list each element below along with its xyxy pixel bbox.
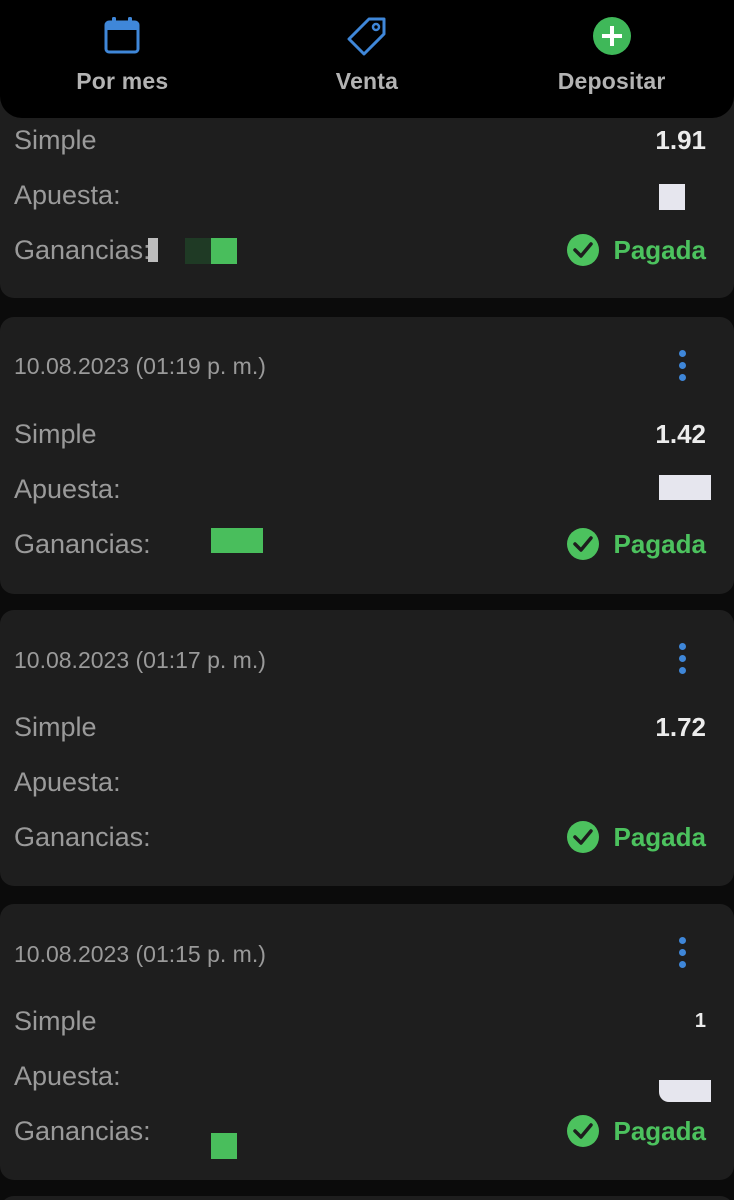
bet-type-label: Simple bbox=[14, 1005, 97, 1036]
status-badge: Pagada bbox=[566, 527, 707, 561]
bet-type-label: Simple bbox=[14, 418, 97, 449]
winnings-label: Ganancias: bbox=[14, 821, 151, 852]
check-circle-icon bbox=[566, 1115, 599, 1147]
status-badge: Pagada bbox=[566, 820, 707, 854]
bet-type-row: Simple 1 bbox=[14, 1001, 706, 1041]
sell-label: Venta bbox=[335, 68, 399, 94]
winnings-label: Ganancias: bbox=[14, 234, 151, 265]
by-month-label: Por mes bbox=[76, 68, 169, 94]
bet-odds: 1.72 bbox=[655, 711, 706, 742]
bet-date: 10.08.2023 (01:15 p. m.) bbox=[14, 941, 266, 967]
stake-row: Apuesta: bbox=[14, 175, 706, 215]
calendar-icon bbox=[102, 16, 142, 56]
redacted-mark bbox=[148, 238, 158, 262]
winnings-row: Ganancias: Pagada bbox=[14, 1111, 706, 1151]
redacted-winnings bbox=[211, 238, 237, 264]
winnings-row: Ganancias: Pagada bbox=[14, 817, 706, 857]
deposit-label: Depositar bbox=[557, 68, 666, 94]
bet-date: 10.08.2023 (01:19 p. m.) bbox=[14, 353, 266, 379]
winnings-label: Ganancias: bbox=[14, 1115, 151, 1146]
redacted-mark bbox=[185, 238, 211, 264]
status-text: Pagada bbox=[613, 528, 707, 559]
check-circle-icon bbox=[566, 234, 599, 266]
winnings-row: Ganancias: Pagada bbox=[14, 230, 706, 270]
more-options-icon[interactable] bbox=[670, 932, 694, 972]
status-badge: Pagada bbox=[566, 1114, 707, 1148]
status-text: Pagada bbox=[613, 234, 707, 265]
redacted-winnings bbox=[211, 1133, 237, 1159]
stake-label: Apuesta: bbox=[14, 766, 121, 797]
sell-button[interactable]: Venta bbox=[247, 0, 487, 118]
by-month-button[interactable]: Por mes bbox=[2, 0, 242, 118]
bet-date: 10.08.2023 (01:17 p. m.) bbox=[14, 647, 266, 673]
stake-row: Apuesta: bbox=[14, 762, 706, 802]
stake-label: Apuesta: bbox=[14, 179, 121, 210]
status-badge: Pagada bbox=[566, 233, 707, 267]
bet-history-screen: Por mes Venta Depositar Simple 1.91 Apue… bbox=[0, 0, 734, 1200]
bet-card[interactable]: 10.08.2023 (01:19 p. m.) Simple 1.42 Apu… bbox=[0, 317, 734, 594]
bet-odds: 1.42 bbox=[655, 418, 706, 449]
bet-type-label: Simple bbox=[14, 124, 97, 155]
winnings-label: Ganancias: bbox=[14, 528, 151, 559]
bet-type-row: Simple 1.42 bbox=[14, 414, 706, 454]
bet-card[interactable] bbox=[0, 1196, 734, 1200]
tag-icon bbox=[347, 16, 387, 56]
stake-row: Apuesta: bbox=[14, 469, 706, 509]
deposit-button[interactable]: Depositar bbox=[492, 0, 732, 118]
bet-card[interactable]: 10.08.2023 (01:15 p. m.) Simple 1 Apuest… bbox=[0, 904, 734, 1180]
check-circle-icon bbox=[566, 528, 599, 560]
more-options-icon[interactable] bbox=[670, 345, 694, 385]
more-options-icon[interactable] bbox=[670, 638, 694, 678]
bet-type-row: Simple 1.91 bbox=[14, 120, 706, 160]
bet-type-label: Simple bbox=[14, 711, 97, 742]
stake-label: Apuesta: bbox=[14, 1060, 121, 1091]
status-text: Pagada bbox=[613, 1115, 707, 1146]
bet-card[interactable]: 10.08.2023 (01:17 p. m.) Simple 1.72 Apu… bbox=[0, 610, 734, 886]
bet-odds: 1 bbox=[694, 1009, 706, 1032]
stake-row: Apuesta: bbox=[14, 1056, 706, 1096]
redacted-stake bbox=[659, 1080, 711, 1102]
winnings-row: Ganancias: Pagada bbox=[14, 524, 706, 564]
check-circle-icon bbox=[566, 821, 599, 853]
redacted-stake bbox=[659, 184, 685, 210]
bet-type-row: Simple 1.72 bbox=[14, 707, 706, 747]
plus-circle-icon bbox=[592, 16, 632, 56]
redacted-stake bbox=[659, 475, 711, 500]
redacted-winnings bbox=[211, 528, 263, 553]
status-text: Pagada bbox=[613, 821, 707, 852]
stake-label: Apuesta: bbox=[14, 473, 121, 504]
top-action-bar: Por mes Venta Depositar bbox=[0, 0, 734, 118]
bet-odds: 1.91 bbox=[655, 124, 706, 155]
